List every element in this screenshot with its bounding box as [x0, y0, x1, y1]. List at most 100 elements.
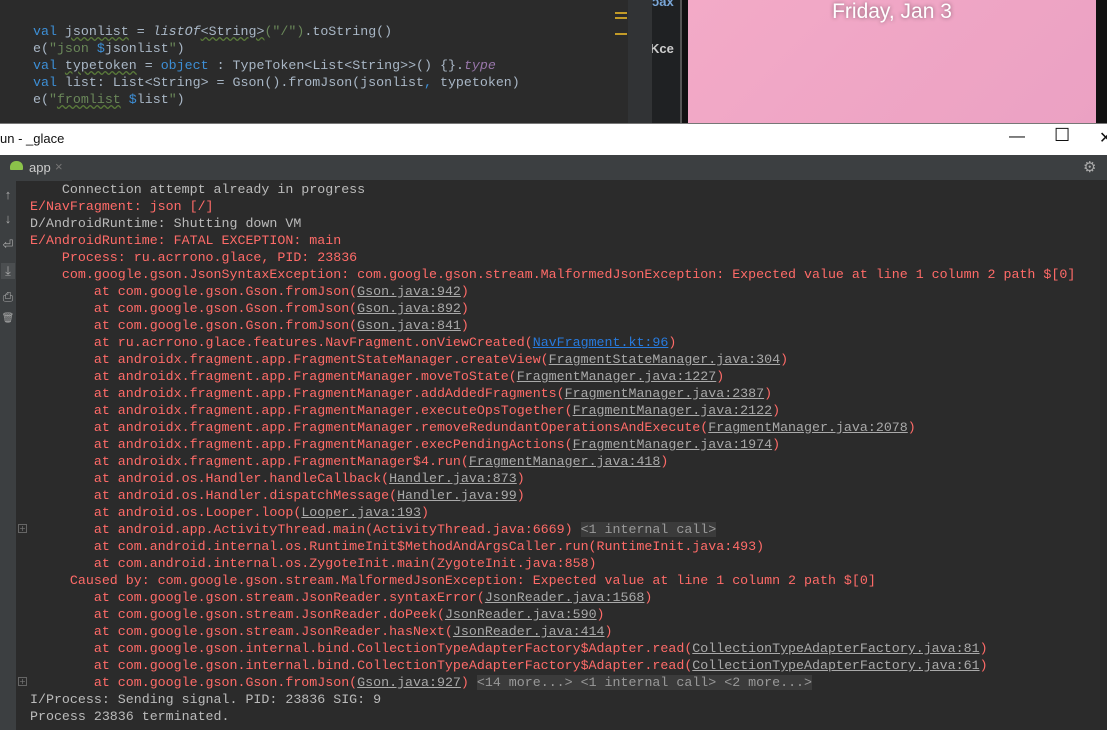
code-editor[interactable]: val jsonlist = listOf<String>("/").toStr…	[0, 0, 628, 123]
code-token: : TypeToken<List<String>>() {}.	[208, 58, 464, 73]
code-token: )	[176, 41, 185, 56]
source-link[interactable]: JsonReader.java:414	[453, 624, 605, 639]
source-link[interactable]: Gson.java:927	[357, 675, 461, 690]
source-link[interactable]: FragmentStateManager.java:304	[549, 352, 780, 367]
scroll-to-end-icon[interactable]: ⤓	[1, 263, 15, 279]
expand-fold-icon[interactable]: +	[18, 677, 27, 686]
code-token: ("/")	[264, 24, 305, 39]
editor-scrollbar[interactable]	[628, 0, 652, 123]
log-line: at androidx.fragment.app.FragmentManager…	[30, 385, 1107, 402]
scroll-down-icon[interactable]: ↓	[1, 211, 15, 226]
warning-marker[interactable]	[615, 33, 627, 35]
log-line: at com.android.internal.os.ZygoteInit.ma…	[30, 555, 1107, 572]
run-window-titlebar: un - _glace — ☐ ✕	[0, 123, 1107, 155]
log-text: at androidx.fragment.app.FragmentStateMa…	[30, 352, 549, 367]
log-text: at ru.acrrono.glace.features.NavFragment…	[30, 335, 533, 350]
log-text: Caused by: com.google.gson.stream.Malfor…	[30, 573, 876, 588]
code-token: )	[176, 92, 185, 107]
log-line: com.google.gson.JsonSyntaxException: com…	[30, 266, 1107, 283]
log-text: )	[460, 675, 469, 690]
source-link[interactable]: FragmentManager.java:2387	[565, 386, 765, 401]
source-link[interactable]: JsonReader.java:590	[445, 607, 597, 622]
log-text: E/AndroidRuntime: FATAL EXCEPTION: main	[30, 233, 342, 248]
log-line: at com.google.gson.internal.bind.Collect…	[30, 640, 1107, 657]
expand-fold-icon[interactable]: +	[18, 524, 27, 533]
source-link[interactable]: CollectionTypeAdapterFactory.java:61	[692, 658, 979, 673]
log-text: at androidx.fragment.app.FragmentManager…	[30, 386, 565, 401]
source-link[interactable]: FragmentManager.java:1974	[573, 437, 773, 452]
log-text: at com.google.gson.Gson.fromJson(	[30, 675, 358, 690]
soft-wrap-icon[interactable]: ⏎	[1, 237, 15, 253]
log-text: )	[516, 471, 525, 486]
log-text: at com.google.gson.Gson.fromJson(	[30, 284, 358, 299]
trash-icon[interactable]: 🗑	[1, 313, 15, 324]
code-token: "	[168, 41, 177, 56]
log-line: at androidx.fragment.app.FragmentManager…	[30, 419, 1107, 436]
source-link[interactable]: NavFragment.kt:96	[533, 335, 669, 350]
log-line: at com.google.gson.stream.JsonReader.syn…	[30, 589, 1107, 606]
log-line: E/AndroidRuntime: FATAL EXCEPTION: main	[30, 232, 1107, 249]
maximize-button[interactable]: ☐	[1054, 125, 1070, 146]
log-text: at com.google.gson.Gson.fromJson(	[30, 318, 358, 333]
code-token: val	[33, 75, 65, 90]
log-line: at android.os.Handler.dispatchMessage(Ha…	[30, 487, 1107, 504]
log-text: I/Process: Sending signal. PID: 23836 SI…	[30, 692, 382, 707]
warning-marker[interactable]	[615, 17, 627, 19]
warning-marker[interactable]	[615, 12, 627, 14]
log-line: Caused by: com.google.gson.stream.Malfor…	[30, 572, 1107, 589]
code-token: list: List<String> = Gson().fromJson(jso…	[64, 75, 424, 90]
code-token: object	[160, 58, 209, 73]
source-link[interactable]: Gson.java:892	[357, 301, 461, 316]
source-link[interactable]: FragmentManager.java:2078	[708, 420, 908, 435]
close-tab-icon[interactable]: ×	[55, 159, 63, 174]
log-text: )	[772, 437, 781, 452]
folded-calls[interactable]: <1 internal call>	[580, 522, 717, 537]
side-panel-text: ɔax	[652, 0, 674, 9]
code-token: =	[136, 58, 161, 73]
scroll-up-icon[interactable]: ↑	[1, 187, 15, 202]
log-text: at com.android.internal.os.ZygoteInit.ma…	[30, 556, 597, 571]
print-icon[interactable]: ⎙	[1, 289, 15, 305]
code-token: ,	[424, 75, 432, 90]
log-line: D/AndroidRuntime: Shutting down VM	[30, 215, 1107, 232]
emulator-screen[interactable]: Friday, Jan 3	[688, 0, 1096, 123]
source-link[interactable]: Gson.java:942	[357, 284, 461, 299]
minimize-button[interactable]: —	[1009, 128, 1025, 146]
log-text: D/AndroidRuntime: Shutting down VM	[30, 216, 302, 231]
code-token: val	[33, 58, 65, 73]
folded-calls[interactable]: <14 more...> <1 internal call> <2 more..…	[476, 675, 813, 690]
log-text: )	[516, 488, 525, 503]
gear-icon[interactable]: ⚙	[1083, 158, 1096, 176]
source-link[interactable]: Gson.java:841	[357, 318, 461, 333]
log-line: + at android.app.ActivityThread.main(Act…	[18, 521, 1107, 538]
code-text[interactable]: val jsonlist = listOf<String>("/").toStr…	[33, 23, 520, 108]
log-text: Process 23836 terminated.	[30, 709, 230, 724]
log-text: at android.app.ActivityThread.main(Activ…	[30, 522, 573, 537]
code-token: jsonlist	[64, 24, 129, 39]
log-text: at com.google.gson.internal.bind.Collect…	[30, 641, 693, 656]
log-text: )	[780, 352, 789, 367]
log-text: )	[772, 403, 781, 418]
source-link[interactable]: FragmentManager.java:418	[469, 454, 661, 469]
code-token: fromlist	[56, 92, 121, 107]
source-link[interactable]: Handler.java:99	[397, 488, 517, 503]
log-text: )	[421, 505, 429, 520]
code-line: val jsonlist = listOf<String>("/").toStr…	[33, 23, 520, 40]
source-link[interactable]: JsonReader.java:1568	[485, 590, 645, 605]
tab-app[interactable]: app ×	[0, 155, 72, 181]
side-panel: ɔax Kce	[652, 0, 682, 123]
source-link[interactable]: Looper.java:193	[301, 505, 421, 520]
log-text: )	[716, 369, 725, 384]
log-text: at com.google.gson.stream.JsonReader.doP…	[30, 607, 445, 622]
source-link[interactable]: CollectionTypeAdapterFactory.java:81	[692, 641, 979, 656]
code-token: $	[128, 92, 137, 107]
log-line: + at com.google.gson.Gson.fromJson(Gson.…	[18, 674, 1107, 691]
source-link[interactable]: FragmentManager.java:1227	[517, 369, 717, 384]
source-link[interactable]: FragmentManager.java:2122	[573, 403, 773, 418]
close-button[interactable]: ✕	[1099, 128, 1107, 148]
console-output[interactable]: Connection attempt already in progress E/…	[16, 181, 1107, 730]
log-line: at androidx.fragment.app.FragmentManager…	[30, 453, 1107, 470]
log-text: )	[604, 624, 613, 639]
source-link[interactable]: Handler.java:873	[389, 471, 517, 486]
code-token: listOf	[152, 24, 201, 39]
